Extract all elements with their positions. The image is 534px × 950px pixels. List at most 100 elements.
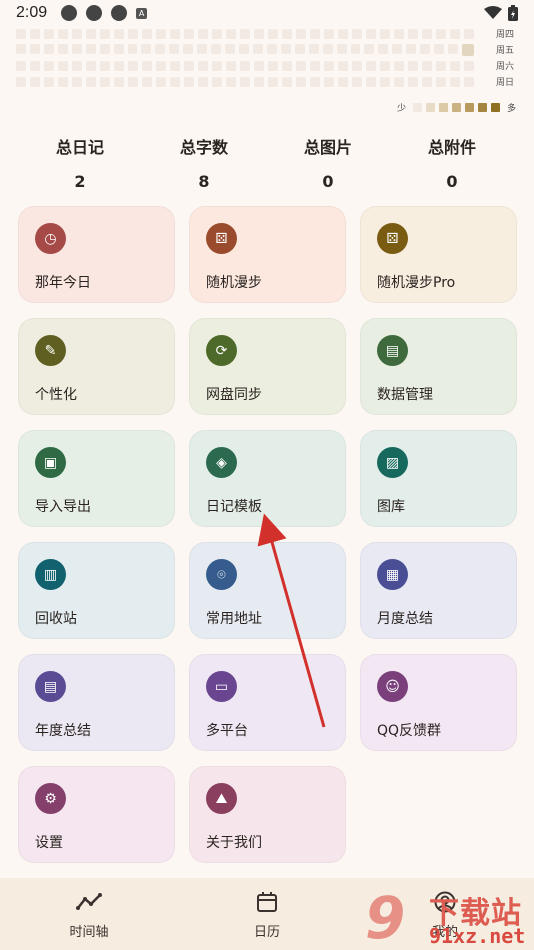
legend-swatch	[464, 103, 474, 112]
heatmap-cell	[86, 76, 96, 87]
heatmap-cell	[408, 76, 418, 87]
heatmap-cell	[296, 76, 306, 87]
legend-low-label: 少	[396, 104, 406, 114]
heatmap-cell	[240, 60, 250, 71]
feature-card[interactable]: ▦ 月度总结	[360, 542, 517, 639]
heatmap-cell	[58, 28, 68, 39]
heatmap-cell	[16, 60, 26, 71]
feature-card-label: QQ反馈群	[377, 723, 442, 739]
heatmap-cell	[310, 28, 320, 39]
heatmap-cell	[422, 60, 432, 71]
heatmap-cell	[436, 28, 446, 39]
feature-card[interactable]: ▣ 导入导出	[18, 430, 175, 527]
heatmap-cell	[212, 60, 222, 71]
heatmap-cell	[57, 43, 68, 54]
feature-card[interactable]: ✎ 个性化	[18, 318, 175, 415]
heatmap-cell	[184, 76, 194, 87]
heatmap-cell	[364, 43, 375, 54]
heatmap-cell	[268, 60, 278, 71]
heatmap-cell	[406, 43, 417, 54]
stat-total-words: 总字数 8	[142, 134, 266, 191]
stat-total-attachments: 总附件 0	[390, 134, 514, 191]
feature-card-label: 多平台	[206, 723, 248, 739]
heatmap-cell	[16, 43, 26, 54]
save-icon: ▣	[35, 447, 66, 478]
heatmap-cell	[380, 60, 390, 71]
stat-label: 总日记	[55, 138, 104, 157]
feature-card[interactable]: ◈ 日记模板	[189, 430, 346, 527]
heatmap-day-label: 周日	[496, 78, 515, 88]
feature-card[interactable]: ☺ QQ反馈群	[360, 654, 517, 751]
feature-card-label: 日记模板	[206, 499, 262, 515]
heatmap-cell	[464, 76, 474, 87]
heatmap-cell	[338, 60, 348, 71]
heatmap-cell	[128, 28, 138, 39]
calendar-icon	[257, 891, 277, 912]
stats-summary: 总日记 2 总字数 8 总图片 0 总附件 0	[18, 134, 518, 191]
legend-swatch	[438, 103, 448, 112]
heatmap-cell	[294, 43, 305, 54]
heatmap-day-label: 周四	[496, 30, 515, 40]
battery-icon	[508, 5, 518, 21]
heatmap-cell	[184, 60, 194, 71]
watermark-url: 91xz.net	[429, 924, 526, 948]
status-bar: 2:09 A	[0, 0, 534, 26]
feature-card[interactable]: ⚄ 随机漫步	[189, 206, 346, 303]
heatmap-cell	[100, 60, 110, 71]
feature-card[interactable]: ⚄ 随机漫步Pro	[360, 206, 517, 303]
legend-swatch	[425, 103, 435, 112]
heatmap-cell	[266, 43, 277, 54]
heatmap-cell	[420, 43, 431, 54]
stat-label: 总图片	[303, 138, 352, 157]
location-icon: ⌾	[206, 559, 237, 590]
feature-card[interactable]: ▤ 年度总结	[18, 654, 175, 751]
heatmap-cell	[44, 28, 54, 39]
app-icon: A	[136, 7, 148, 19]
heatmap-cell	[44, 76, 54, 87]
heatmap-cell	[29, 43, 40, 54]
feature-card[interactable]: ⌾ 常用地址	[189, 542, 346, 639]
heatmap-cell	[394, 28, 404, 39]
feature-card[interactable]: ⛰ 关于我们	[189, 766, 346, 863]
dice-pro-icon: ⚄	[377, 223, 408, 254]
stat-value: 2	[74, 172, 86, 191]
feature-card[interactable]: ▤ 数据管理	[360, 318, 517, 415]
document-icon: ▤	[35, 671, 66, 702]
heatmap-cell	[155, 43, 166, 54]
devices-icon: ▭	[206, 671, 237, 702]
stat-total-images: 总图片 0	[266, 134, 390, 191]
nav-calendar[interactable]: 日历	[178, 878, 356, 950]
notification-icon	[86, 5, 103, 21]
heatmap-cell	[114, 28, 124, 39]
feature-card[interactable]: ▭ 多平台	[189, 654, 346, 751]
feature-card[interactable]: ▨ 图库	[360, 430, 517, 527]
heatmap-cell	[86, 28, 96, 39]
feature-card-label: 月度总结	[377, 611, 433, 627]
heatmap-cell	[72, 28, 82, 39]
heatmap-cell	[58, 60, 68, 71]
heatmap-cell	[422, 76, 432, 87]
heatmap-cell	[226, 76, 236, 87]
stat-value: 0	[322, 172, 334, 191]
heatmap-cell	[338, 28, 348, 39]
heatmap-cell	[170, 76, 180, 87]
heatmap-cell	[211, 43, 222, 54]
feature-card[interactable]: ⟳ 网盘同步	[189, 318, 346, 415]
sd-card-icon: ▤	[377, 335, 408, 366]
heatmap-cell	[142, 76, 152, 87]
heatmap-cell	[86, 60, 96, 71]
nav-timeline[interactable]: 时间轴	[0, 878, 178, 950]
feature-card[interactable]: ⚙ 设置	[18, 766, 175, 863]
feature-card[interactable]: ◷ 那年今日	[18, 206, 175, 303]
heatmap-cell	[252, 43, 263, 54]
heatmap-cell	[127, 43, 138, 54]
stat-label: 总字数	[179, 138, 228, 157]
heatmap-cell	[282, 28, 292, 39]
feature-card[interactable]: ▥ 回收站	[18, 542, 175, 639]
heatmap-cell	[338, 76, 348, 87]
feature-card-label: 随机漫步Pro	[377, 275, 456, 291]
notification-icon	[111, 5, 128, 21]
heatmap-cell	[170, 28, 180, 39]
heatmap-cell	[464, 28, 474, 39]
feature-card-label: 关于我们	[206, 835, 262, 851]
